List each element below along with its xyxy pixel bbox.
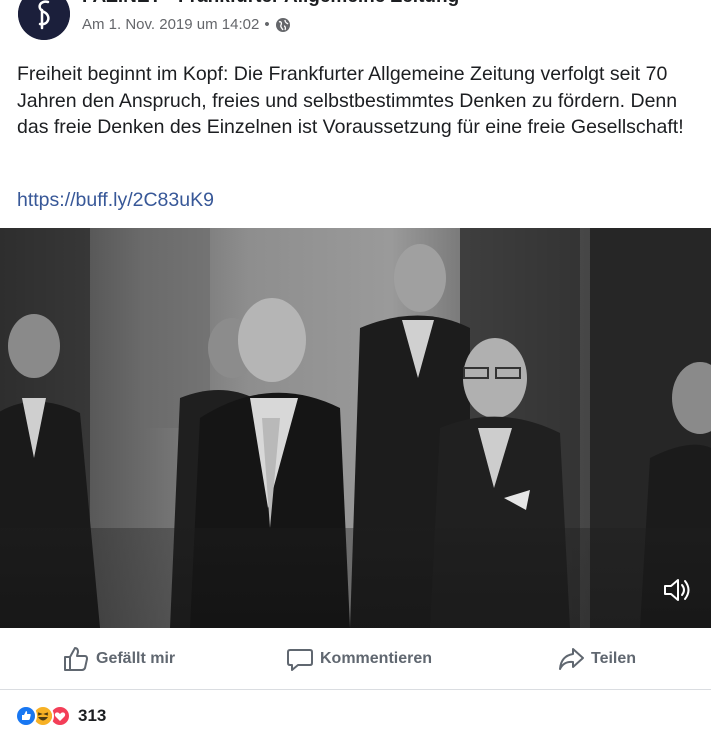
globe-icon[interactable] — [275, 17, 291, 33]
meta-separator: • — [264, 16, 270, 33]
share-icon — [557, 645, 585, 673]
page-avatar[interactable] — [18, 0, 70, 40]
comment-button[interactable]: Kommentieren — [286, 643, 432, 675]
speaker-icon — [664, 579, 690, 601]
share-button[interactable]: Teilen — [557, 643, 636, 675]
page-name[interactable]: FAZ.NET - Frankfurter Allgemeine Zeitung — [82, 0, 459, 8]
volume-button[interactable] — [660, 574, 694, 606]
post-text: Freiheit beginnt im Kopf: Die Frankfurte… — [17, 63, 684, 138]
faz-logo-icon — [18, 0, 70, 40]
reaction-count: 313 — [78, 706, 107, 725]
facebook-post: FAZ.NET - Frankfurter Allgemeine Zeitung… — [0, 0, 711, 744]
post-timestamp[interactable]: Am 1. Nov. 2019 um 14:02 — [82, 16, 259, 33]
comment-icon — [286, 645, 314, 673]
like-label: Gefällt mir — [96, 650, 176, 667]
post-actions: Gefällt mir Kommentieren Teilen — [0, 628, 711, 690]
like-button[interactable]: Gefällt mir — [62, 643, 175, 675]
post-header: FAZ.NET - Frankfurter Allgemeine Zeitung… — [0, 0, 711, 46]
video-frame — [0, 228, 711, 628]
post-meta: Am 1. Nov. 2019 um 14:02 • — [82, 16, 291, 33]
comment-label: Kommentieren — [320, 650, 433, 667]
share-label: Teilen — [591, 650, 637, 667]
post-link[interactable]: https://buff.ly/2C83uK9 — [17, 189, 214, 212]
like-reaction-icon — [15, 705, 37, 727]
reactions-summary[interactable]: 313 — [15, 703, 106, 729]
thumbs-up-icon — [62, 645, 90, 673]
video-player[interactable] — [0, 228, 711, 628]
